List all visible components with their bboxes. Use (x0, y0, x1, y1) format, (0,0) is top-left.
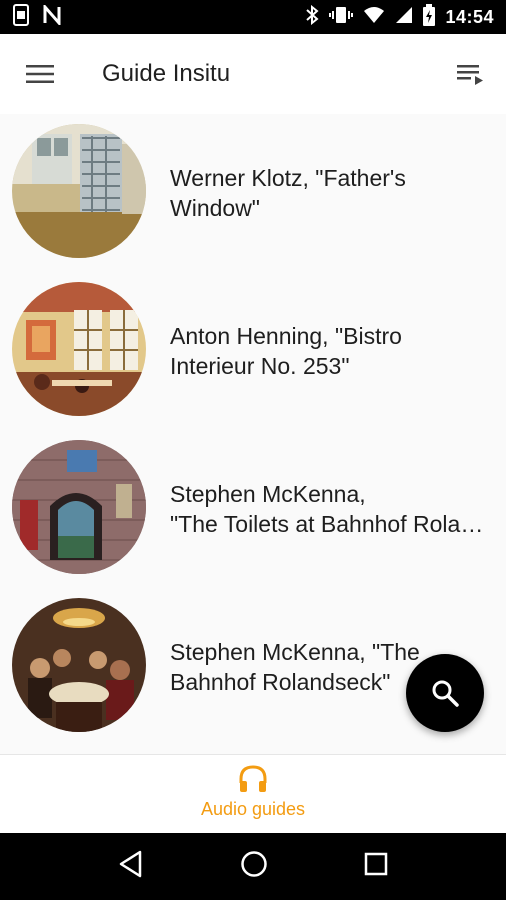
headphones-icon (239, 765, 267, 792)
playlist-button[interactable] (436, 34, 506, 114)
list-item-title: Werner Klotz, "Father's Window" (170, 165, 406, 221)
app-bar: Guide Insitu (0, 34, 506, 114)
bottom-navigation: Audio guides (0, 754, 506, 833)
recents-icon[interactable] (364, 852, 388, 881)
nav-audio-guides[interactable]: Audio guides (201, 755, 305, 833)
n-icon (42, 2, 62, 30)
screenshot-icon (12, 3, 32, 31)
thumbnail-image (12, 598, 146, 732)
back-icon[interactable] (118, 850, 144, 883)
list-item[interactable]: Anton Henning, "Bistro Interieur No. 253… (0, 272, 506, 430)
list-item[interactable]: Stephen McKenna, "The Toilets at Bahnhof… (0, 430, 506, 588)
thumbnail-image (12, 282, 146, 416)
list-item[interactable]: Werner Klotz, "Father's Window" (0, 114, 506, 272)
system-navigation-bar (0, 833, 506, 900)
battery-charging-icon (423, 3, 436, 31)
search-icon (432, 680, 459, 707)
bluetooth-icon (305, 4, 319, 30)
wifi-icon (363, 6, 385, 29)
menu-button[interactable] (0, 34, 80, 114)
signal-icon (395, 6, 413, 29)
vibrate-icon (329, 5, 354, 30)
list-item-title: Anton Henning, "Bistro Interieur No. 253… (170, 323, 402, 379)
page-title: Guide Insitu (102, 60, 231, 87)
menu-icon (26, 65, 54, 83)
search-button[interactable] (406, 654, 484, 732)
status-time: 14:54 (445, 6, 494, 27)
nav-label: Audio guides (200, 799, 306, 819)
home-icon[interactable] (240, 850, 268, 883)
list-item-title: Stephen McKenna, "The Toilets at Bahnhof… (170, 481, 492, 537)
status-bar: 14:54 (0, 0, 506, 34)
thumbnail-image (12, 124, 146, 258)
playlist-icon (457, 65, 483, 85)
thumbnail-image (12, 440, 146, 574)
